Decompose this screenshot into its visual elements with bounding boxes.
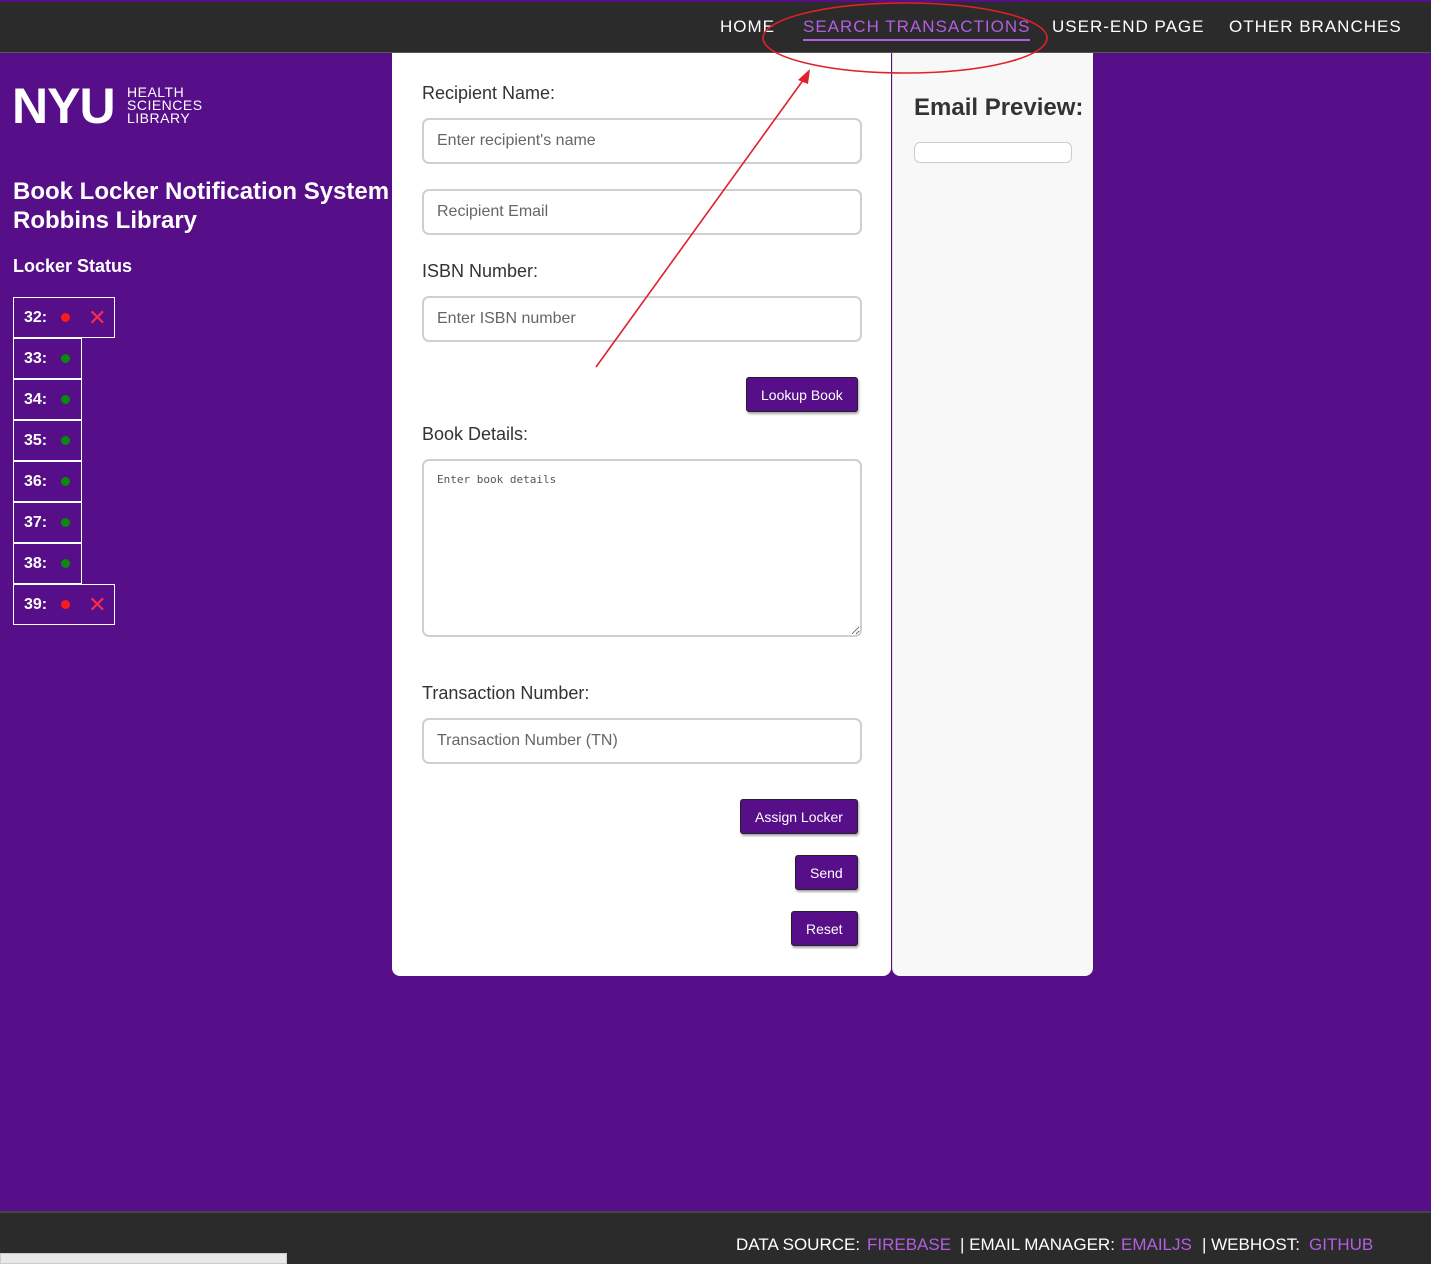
logo-main-text: NYU [12, 78, 116, 134]
nav-user-end-page[interactable]: USER-END PAGE [1052, 17, 1205, 37]
footer-webhost-label: | WEBHOST: [1202, 1235, 1300, 1254]
locker-number: 33: [24, 349, 48, 367]
title-line-1: Book Locker Notification System [13, 178, 390, 205]
book-details-label: Book Details: [422, 424, 529, 444]
status-dot-green-icon [61, 395, 71, 404]
isbn-label: ISBN Number: [422, 261, 539, 281]
status-dot-green-icon [61, 354, 71, 363]
email-preview-panel: Email Preview: [892, 53, 1093, 976]
top-nav: HOME SEARCH TRANSACTIONS USER-END PAGE O… [0, 2, 1431, 53]
lookup-book-button[interactable]: Lookup Book [746, 377, 858, 412]
footer-data-source-label: DATA SOURCE: [736, 1235, 861, 1254]
locker-number: 32: [24, 308, 48, 326]
nav-search-transactions[interactable]: SEARCH TRANSACTIONS [803, 17, 1031, 41]
email-preview-title: Email Preview: [914, 94, 1084, 121]
locker-item: 32: ✕ [13, 297, 115, 338]
book-details-textarea[interactable] [422, 459, 862, 637]
status-dot-red-icon [61, 313, 71, 322]
locker-item: 35: [13, 420, 82, 461]
recipient-name-input[interactable] [422, 118, 862, 164]
reset-button[interactable]: Reset [791, 911, 858, 946]
footer-emailjs-link[interactable]: EMAILJS [1121, 1235, 1192, 1255]
recipient-email-input[interactable] [422, 189, 862, 235]
locker-item: 36: [13, 461, 82, 502]
logo-subtext: HEALTH SCIENCES LIBRARY [127, 85, 203, 126]
locker-item: 38: [13, 543, 82, 584]
locker-list: 32: ✕ 33: 34: 35: 36: 37: 38: 39: ✕ [13, 297, 115, 625]
nav-home[interactable]: HOME [720, 17, 775, 37]
browser-status-bar [0, 1253, 287, 1264]
status-dot-red-icon [61, 600, 71, 609]
clear-x-icon[interactable]: ✕ [88, 593, 106, 616]
recipient-name-label: Recipient Name: [422, 83, 556, 103]
locker-item: 34: [13, 379, 82, 420]
nav-other-branches[interactable]: OTHER BRANCHES [1229, 17, 1402, 37]
isbn-input[interactable] [422, 296, 862, 342]
send-button[interactable]: Send [795, 855, 858, 890]
transaction-number-input[interactable] [422, 718, 862, 764]
transaction-number-label: Transaction Number: [422, 683, 590, 703]
locker-status-heading: Locker Status [13, 256, 133, 276]
status-dot-green-icon [61, 477, 71, 486]
status-dot-green-icon [61, 559, 71, 568]
locker-number: 38: [24, 554, 48, 572]
locker-number: 39: [24, 595, 48, 613]
notification-form: Recipient Name: ISBN Number: Lookup Book… [392, 53, 891, 976]
locker-number: 37: [24, 513, 48, 531]
clear-x-icon[interactable]: ✕ [88, 306, 106, 329]
title-line-2: Robbins Library [13, 207, 198, 234]
assign-locker-button[interactable]: Assign Locker [740, 799, 858, 834]
footer-firebase-link[interactable]: FIREBASE [867, 1235, 951, 1255]
locker-item: 37: [13, 502, 82, 543]
locker-item: 33: [13, 338, 82, 379]
status-dot-green-icon [61, 518, 71, 527]
email-preview-box [914, 142, 1072, 163]
page-title: Book Locker Notification System Robbins … [13, 177, 393, 235]
status-dot-green-icon [61, 436, 71, 445]
locker-item: 39: ✕ [13, 584, 115, 625]
locker-number: 35: [24, 431, 48, 449]
logo-line-3: LIBRARY [127, 110, 191, 126]
footer-email-manager-label: | EMAIL MANAGER: [960, 1235, 1115, 1254]
locker-number: 34: [24, 390, 48, 408]
footer-github-link[interactable]: GITHUB [1309, 1235, 1373, 1255]
locker-number: 36: [24, 472, 48, 490]
